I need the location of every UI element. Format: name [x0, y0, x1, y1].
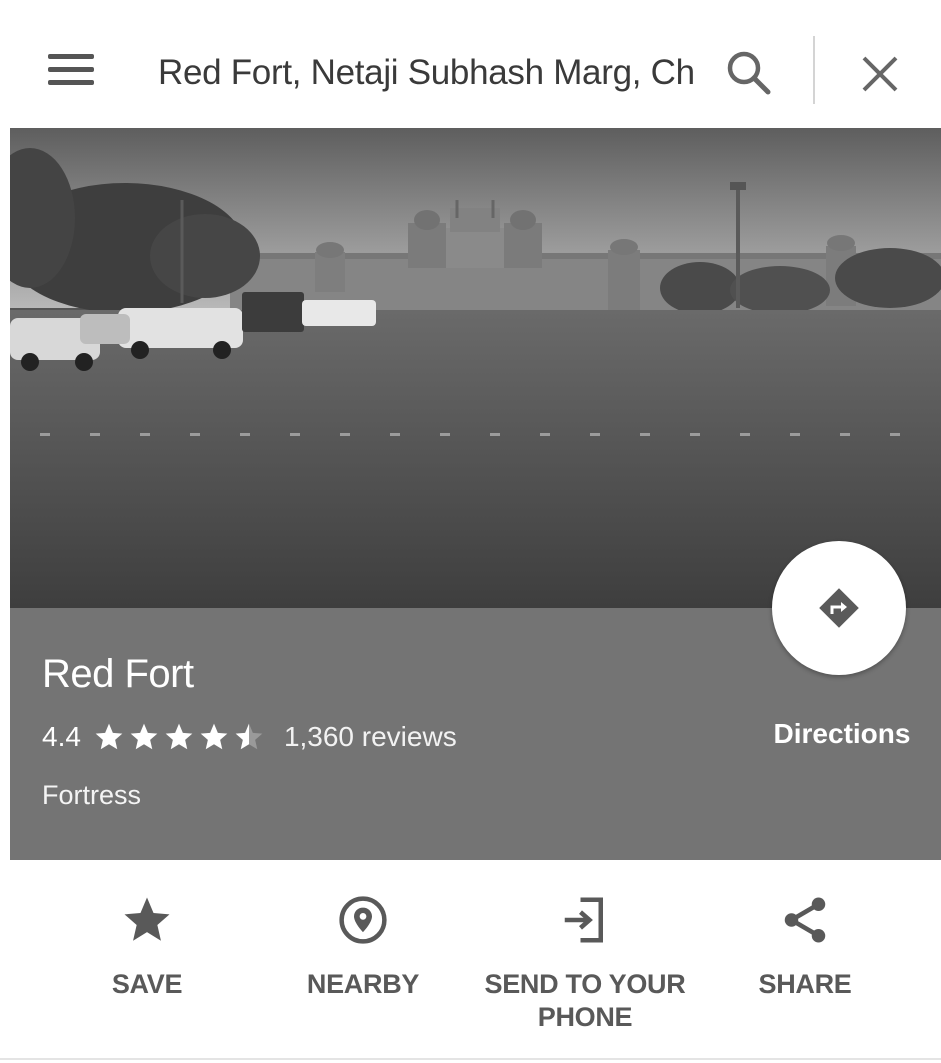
- share-label: SHARE: [758, 969, 852, 999]
- directions-icon: [819, 588, 859, 628]
- place-category: Fortress: [42, 780, 142, 810]
- save-label: SAVE: [111, 969, 183, 999]
- send-to-phone-button[interactable]: SEND TO YOUR PHONE: [470, 890, 700, 1034]
- search-icon[interactable]: [722, 46, 780, 104]
- place-info-panel: Red Fort 4.4 1,360 reviews Fortress Dire…: [10, 541, 941, 860]
- send-to-phone-icon: [564, 897, 603, 943]
- star-rating: [93, 721, 268, 753]
- rating-row: 4.4 1,360 reviews: [42, 720, 457, 754]
- directions-button[interactable]: [772, 541, 906, 675]
- search-divider: [813, 36, 815, 104]
- nearby-pin-icon: [339, 896, 387, 944]
- save-button[interactable]: SAVE: [32, 890, 262, 1001]
- hamburger-menu-icon[interactable]: [40, 48, 100, 98]
- reviews-link[interactable]: 1,360 reviews: [284, 721, 457, 753]
- star-icon: [124, 897, 170, 941]
- search-input[interactable]: Red Fort, Netaji Subhash Marg, Ch: [158, 50, 713, 96]
- nearby-button[interactable]: NEARBY: [248, 890, 478, 1001]
- share-button[interactable]: SHARE: [690, 890, 920, 1001]
- action-bar: SAVE NEARBY SEND TO YOUR PHONE SHARE: [10, 860, 941, 1060]
- star-half-icon: [235, 723, 263, 750]
- rating-value: 4.4: [42, 721, 81, 752]
- star-full-icon: [130, 723, 158, 750]
- search-bar: Red Fort, Netaji Subhash Marg, Ch: [0, 0, 941, 128]
- place-photo[interactable]: [10, 128, 941, 608]
- star-full-icon: [95, 723, 123, 750]
- directions-label[interactable]: Directions: [752, 718, 932, 750]
- share-icon: [784, 897, 826, 943]
- bottom-divider: [0, 1058, 941, 1060]
- nearby-label: NEARBY: [306, 969, 420, 999]
- star-full-icon: [200, 723, 228, 750]
- close-icon[interactable]: [852, 46, 908, 102]
- star-full-icon: [165, 723, 193, 750]
- place-title: Red Fort: [42, 652, 194, 696]
- send-to-phone-label: SEND TO YOUR PHONE: [484, 969, 686, 1032]
